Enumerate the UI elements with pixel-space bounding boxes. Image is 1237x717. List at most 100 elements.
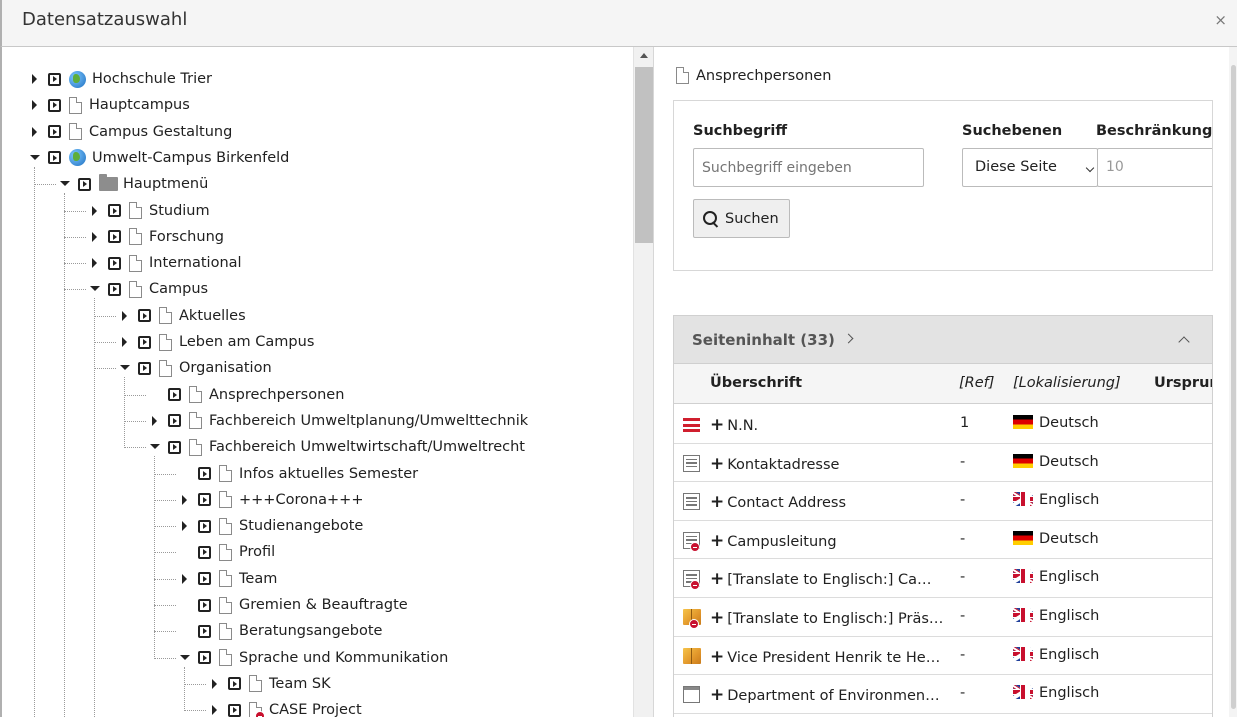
table-row[interactable]: + [Translate to Englisch:] Präsident - Engl…: [674, 598, 1212, 637]
table-row[interactable]: + Campusleitung - Deutsch: [674, 521, 1212, 560]
scrollbar-thumb[interactable]: [635, 67, 653, 243]
expand-toggle-icon[interactable]: [208, 697, 222, 717]
tree-node-label[interactable]: Team SK: [269, 676, 331, 692]
open-record-icon[interactable]: [108, 204, 121, 217]
open-record-icon[interactable]: [108, 256, 121, 270]
chevron-up-icon[interactable]: [1178, 336, 1190, 348]
tree-node[interactable]: Team: [178, 566, 277, 592]
expand-toggle-icon[interactable]: [88, 198, 102, 224]
tree-node-label[interactable]: Fachbereich Umweltwirtschaft/Umweltrecht: [209, 439, 525, 455]
tree-node-label[interactable]: Studium: [149, 203, 210, 219]
open-record-icon[interactable]: [198, 493, 211, 507]
table-row[interactable]: + Kontaktadresse - Deutsch: [674, 444, 1212, 483]
open-record-icon[interactable]: [78, 177, 91, 191]
tree-node[interactable]: Infos aktuelles Semester: [178, 461, 418, 487]
add-icon[interactable]: +: [710, 685, 724, 705]
table-row[interactable]: + Contact Address - Englisch: [674, 482, 1212, 521]
tree-node-label[interactable]: Beratungsangebote: [239, 623, 382, 639]
tree-node[interactable]: Ansprechpersonen: [148, 382, 344, 408]
tree-node-label[interactable]: CASE Project: [269, 702, 362, 717]
expand-toggle-icon[interactable]: [88, 224, 102, 250]
open-record-icon[interactable]: [108, 282, 121, 296]
table-row[interactable]: + Vice President Henrik te Heesen - Englisc…: [674, 637, 1212, 676]
search-levels-select[interactable]: Diese Seite: [962, 148, 1098, 187]
tree-node-label[interactable]: Hauptmenü: [123, 176, 208, 192]
tree-node-label[interactable]: Ansprechpersonen: [209, 387, 344, 403]
scroll-up-icon[interactable]: [640, 53, 648, 58]
tree-node[interactable]: Hochschule Trier: [28, 66, 212, 92]
add-icon[interactable]: +: [710, 415, 724, 435]
tree-node-label[interactable]: +++Corona+++: [239, 492, 363, 508]
open-record-icon[interactable]: [198, 651, 211, 665]
tree-node[interactable]: Organisation: [118, 355, 272, 381]
collapse-toggle-icon[interactable]: [28, 145, 42, 171]
open-record-icon[interactable]: [138, 309, 151, 323]
table-row[interactable]: + N.N. 1 Deutsch: [674, 405, 1212, 444]
expand-toggle-icon[interactable]: [208, 671, 222, 697]
tree-node[interactable]: Studienangebote: [178, 513, 363, 539]
scrollbar-thumb[interactable]: [1231, 65, 1236, 709]
tree-node-label[interactable]: Hauptcampus: [89, 97, 190, 113]
add-icon[interactable]: +: [710, 492, 724, 512]
tree-node[interactable]: Fachbereich Umweltwirtschaft/Umweltrecht: [148, 434, 525, 460]
tree-node-label[interactable]: Leben am Campus: [179, 334, 314, 350]
tree-node[interactable]: International: [88, 250, 242, 276]
tree-node[interactable]: CASE Project: [208, 697, 362, 717]
collapse-toggle-icon[interactable]: [88, 276, 102, 302]
record-heading-link[interactable]: +[Translate to Englisch:] Campusleitung: [710, 569, 945, 589]
open-record-icon[interactable]: [108, 230, 121, 244]
tree-node[interactable]: Profil: [178, 539, 275, 565]
open-record-icon[interactable]: [168, 440, 181, 454]
tree-node[interactable]: Leben am Campus: [118, 329, 314, 355]
expand-toggle-icon[interactable]: [178, 566, 192, 592]
expand-toggle-icon[interactable]: [28, 92, 42, 118]
expand-toggle-icon[interactable]: [178, 513, 192, 539]
open-record-icon[interactable]: [228, 703, 241, 717]
open-record-icon[interactable]: [198, 572, 211, 586]
record-heading-link[interactable]: + Vice President Henrik te Heesen: [710, 647, 945, 667]
tree-node-label[interactable]: Campus: [149, 281, 208, 297]
expand-toggle-icon[interactable]: [88, 250, 102, 276]
tree-node-label[interactable]: Aktuelles: [179, 308, 246, 324]
expand-toggle-icon[interactable]: [118, 303, 132, 329]
expand-toggle-icon[interactable]: [118, 329, 132, 355]
column-header-heading[interactable]: Überschrift: [710, 375, 802, 391]
tree-node-label[interactable]: Team: [239, 571, 277, 587]
tree-node-label[interactable]: Forschung: [149, 229, 224, 245]
open-record-icon[interactable]: [228, 677, 241, 691]
close-icon[interactable]: ×: [1214, 11, 1227, 29]
tree-node-label[interactable]: Studienangebote: [239, 518, 363, 534]
tree-node-label[interactable]: Sprache und Kommunikation: [239, 650, 448, 666]
collapse-toggle-icon[interactable]: [118, 355, 132, 381]
tree-node[interactable]: Sprache und Kommunikation: [178, 645, 448, 671]
tree-node-label[interactable]: Organisation: [179, 360, 272, 376]
open-record-icon[interactable]: [168, 414, 181, 428]
tree-node[interactable]: +++Corona+++: [178, 487, 363, 513]
open-record-icon[interactable]: [198, 598, 211, 612]
tree-node[interactable]: Umwelt-Campus Birkenfeld: [28, 145, 289, 171]
tree-node[interactable]: Aktuelles: [118, 303, 246, 329]
collapse-toggle-icon[interactable]: [178, 645, 192, 671]
tree-node-label[interactable]: Umwelt-Campus Birkenfeld: [92, 150, 289, 166]
tree-node-label[interactable]: Gremien & Beauftragte: [239, 597, 408, 613]
tree-scrollbar[interactable]: [633, 47, 653, 717]
tree-node[interactable]: Hauptcampus: [28, 92, 190, 118]
search-input[interactable]: [693, 148, 924, 187]
open-record-icon[interactable]: [48, 72, 61, 86]
tree-node[interactable]: Studium: [88, 198, 210, 224]
open-record-icon[interactable]: [138, 335, 151, 349]
table-row[interactable]: +[Translate to Englisch:] Campusleitung-…: [674, 559, 1212, 598]
tree-node[interactable]: Beratungsangebote: [178, 618, 382, 644]
search-button[interactable]: Suchen: [693, 199, 790, 238]
collapse-toggle-icon[interactable]: [58, 171, 72, 197]
right-scrollbar[interactable]: [1229, 47, 1237, 717]
tree-node-label[interactable]: Campus Gestaltung: [89, 124, 232, 140]
open-record-icon[interactable]: [198, 545, 211, 559]
tree-node-label[interactable]: Hochschule Trier: [92, 71, 212, 87]
open-record-icon[interactable]: [138, 361, 151, 375]
open-record-icon[interactable]: [198, 467, 211, 480]
collapse-toggle-icon[interactable]: [148, 434, 162, 460]
tree-node-label[interactable]: International: [149, 255, 242, 271]
open-record-icon[interactable]: [48, 151, 61, 165]
add-icon[interactable]: +: [710, 454, 724, 474]
